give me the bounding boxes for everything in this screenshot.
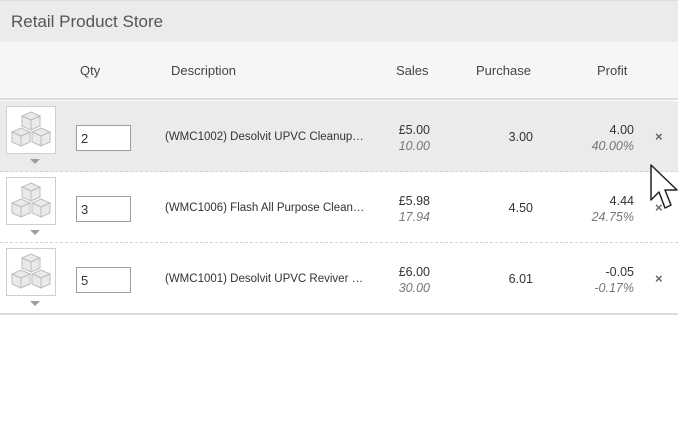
sales-total: 17.94 (398, 210, 430, 224)
table-header: Qty Description Sales Purchase Profit (0, 42, 678, 100)
column-header-qty: Qty (80, 63, 101, 78)
table-row: (WMC1002) Desolvit UPVC Cleanup 5... £5.… (0, 101, 678, 172)
purchase-price: 6.01 (508, 272, 533, 286)
sales-total: 10.00 (398, 139, 430, 153)
purchase-price: 3.00 (508, 130, 533, 144)
boxes-placeholder-icon[interactable] (6, 177, 56, 225)
column-header-profit: Profit (597, 63, 628, 78)
column-header-purchase: Purchase (476, 63, 531, 78)
sales-unit-price: £6.00 (398, 265, 430, 279)
caret-down-icon[interactable] (30, 230, 40, 235)
mouse-pointer-icon (650, 164, 678, 209)
quantity-input[interactable] (76, 125, 131, 151)
profit-amount: 4.44 (609, 194, 634, 208)
sales-total: 30.00 (398, 281, 430, 295)
sales-cell: £5.00 10.00 (399, 122, 430, 154)
sales-unit-price: £5.98 (398, 194, 430, 208)
profit-cell: -0.05 -0.17% (594, 264, 634, 296)
boxes-placeholder-icon[interactable] (6, 106, 56, 154)
product-description: (WMC1002) Desolvit UPVC Cleanup 5... (165, 131, 365, 143)
profit-percent: 24.75% (591, 210, 634, 224)
column-header-description: Description (171, 63, 237, 78)
profit-cell: 4.00 40.00% (592, 122, 634, 154)
profit-percent: -0.17% (594, 281, 634, 295)
product-description: (WMC1001) Desolvit UPVC Reviver 50... (165, 273, 365, 285)
close-icon[interactable]: × (655, 271, 663, 286)
profit-amount: -0.05 (605, 265, 635, 279)
sales-cell: £5.98 17.94 (399, 193, 430, 225)
table-row: (WMC1006) Flash All Purpose Cleaner... £… (0, 172, 678, 243)
profit-percent: 40.00% (591, 139, 634, 153)
profit-amount: 4.00 (609, 123, 634, 137)
close-icon[interactable]: × (655, 129, 663, 144)
product-description: (WMC1006) Flash All Purpose Cleaner... (165, 202, 365, 214)
column-header-sales: Sales (396, 63, 429, 78)
store-title-bar: Retail Product Store (0, 0, 678, 42)
table-bottom-border (0, 313, 678, 315)
caret-down-icon[interactable] (30, 159, 40, 164)
profit-cell: 4.44 24.75% (592, 193, 634, 225)
caret-down-icon[interactable] (30, 301, 40, 306)
purchase-price: 4.50 (508, 201, 533, 215)
quantity-input[interactable] (76, 267, 131, 293)
sales-cell: £6.00 30.00 (399, 264, 430, 296)
quantity-input[interactable] (76, 196, 131, 222)
sales-unit-price: £5.00 (398, 123, 430, 137)
table-row: (WMC1001) Desolvit UPVC Reviver 50... £6… (0, 243, 678, 314)
boxes-placeholder-icon[interactable] (6, 248, 56, 296)
store-title: Retail Product Store (11, 12, 164, 31)
